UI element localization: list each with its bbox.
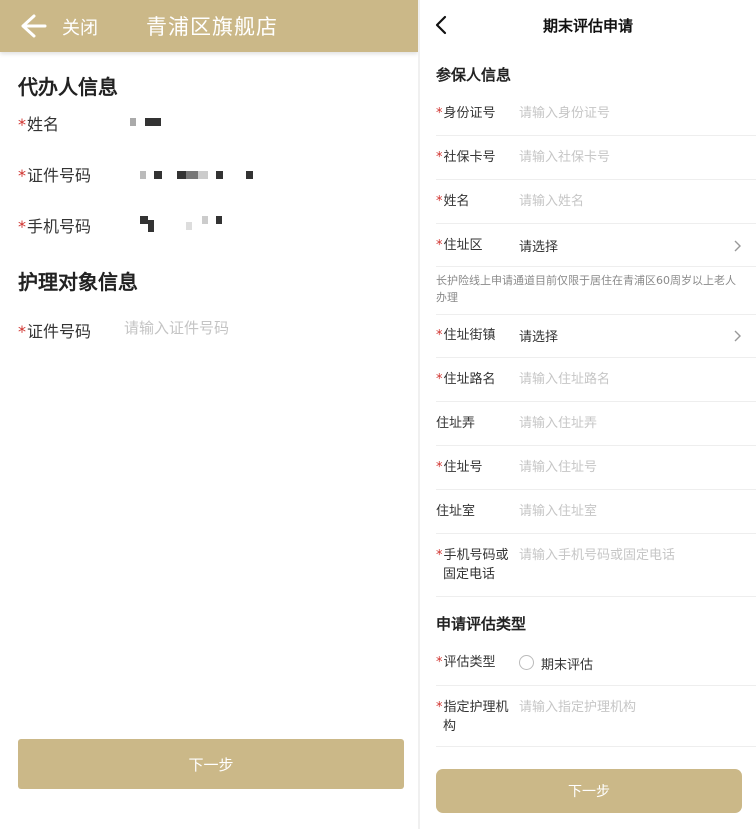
- district-select[interactable]: 请选择: [519, 236, 558, 255]
- care-id-input[interactable]: [124, 317, 384, 339]
- masked-phone-value: [140, 216, 230, 232]
- house-number-label: *住址号: [436, 460, 483, 475]
- room-input[interactable]: [519, 501, 739, 521]
- street-label: *住址街镇: [436, 328, 496, 343]
- insured-section-title: 参保人信息: [436, 66, 512, 84]
- district-label: *住址区: [436, 238, 483, 253]
- row-divider: [436, 314, 756, 315]
- back-arrow-icon[interactable]: [18, 12, 48, 40]
- street-select[interactable]: 请选择: [519, 326, 558, 345]
- agent-id-label: *证件号码: [18, 166, 92, 185]
- row-divider: [436, 135, 756, 136]
- right-next-button[interactable]: 下一步: [436, 769, 742, 813]
- house-number-input[interactable]: [519, 457, 739, 477]
- road-input[interactable]: [519, 369, 739, 389]
- row-divider: [436, 596, 756, 597]
- final-assessment-radio[interactable]: [519, 655, 534, 670]
- name-input[interactable]: [519, 191, 739, 211]
- lane-label: 住址弄: [436, 416, 476, 431]
- row-divider: [436, 223, 756, 224]
- care-section-title: 护理对象信息: [18, 270, 138, 294]
- row-divider: [436, 746, 756, 747]
- left-panel: 关闭 青浦区旗舰店 代办人信息 *姓名 *证件号码 *手机号码 护理对象信息 *…: [0, 0, 418, 829]
- care-id-label: *证件号码: [18, 322, 92, 341]
- institution-input[interactable]: [519, 697, 739, 717]
- form-title: 期末评估申请: [542, 17, 633, 35]
- lane-input[interactable]: [519, 413, 739, 433]
- id-number-label: *身份证号: [436, 106, 496, 121]
- right-panel: 期末评估申请 参保人信息 *身份证号 *社保卡号 *姓名 *住址区 请选择 长护…: [420, 0, 756, 829]
- name-label: *姓名: [436, 194, 470, 209]
- assessment-type-label: *评估类型: [436, 655, 496, 670]
- row-divider: [436, 179, 756, 180]
- room-label: 住址室: [436, 504, 476, 519]
- final-assessment-option[interactable]: 期末评估: [541, 654, 593, 673]
- agent-section-title: 代办人信息: [18, 75, 118, 99]
- masked-id-value: [140, 171, 260, 179]
- row-divider: [436, 445, 756, 446]
- social-card-label: *社保卡号: [436, 150, 496, 165]
- left-next-button[interactable]: 下一步: [18, 739, 404, 789]
- agent-phone-label: *手机号码: [18, 217, 92, 236]
- institution-label: *指定护理机 构: [436, 700, 509, 734]
- road-label: *住址路名: [436, 372, 496, 387]
- masked-name-value: [130, 118, 170, 126]
- row-divider: [436, 401, 756, 402]
- row-divider: [436, 489, 756, 490]
- type-section-title: 申请评估类型: [436, 615, 527, 633]
- chevron-right-icon[interactable]: [732, 239, 742, 253]
- agent-name-label: *姓名: [18, 115, 60, 134]
- id-number-input[interactable]: [519, 103, 739, 123]
- phone-input[interactable]: [519, 545, 739, 565]
- screen: 关闭 青浦区旗舰店 代办人信息 *姓名 *证件号码 *手机号码 护理对象信息 *…: [0, 0, 756, 829]
- close-button[interactable]: 关闭: [62, 14, 98, 40]
- row-divider: [436, 266, 756, 267]
- social-card-input[interactable]: [519, 147, 739, 167]
- page-title: 青浦区旗舰店: [146, 15, 278, 39]
- left-header: 关闭 青浦区旗舰店: [0, 0, 418, 52]
- phone-label: *手机号码或 固定电话: [436, 548, 509, 582]
- chevron-right-icon[interactable]: [732, 329, 742, 343]
- row-divider: [436, 685, 756, 686]
- row-divider: [436, 357, 756, 358]
- row-divider: [436, 533, 756, 534]
- eligibility-note: 长护险线上申请通道目前仅限于居住在青浦区60周岁以上老人办理: [436, 274, 736, 304]
